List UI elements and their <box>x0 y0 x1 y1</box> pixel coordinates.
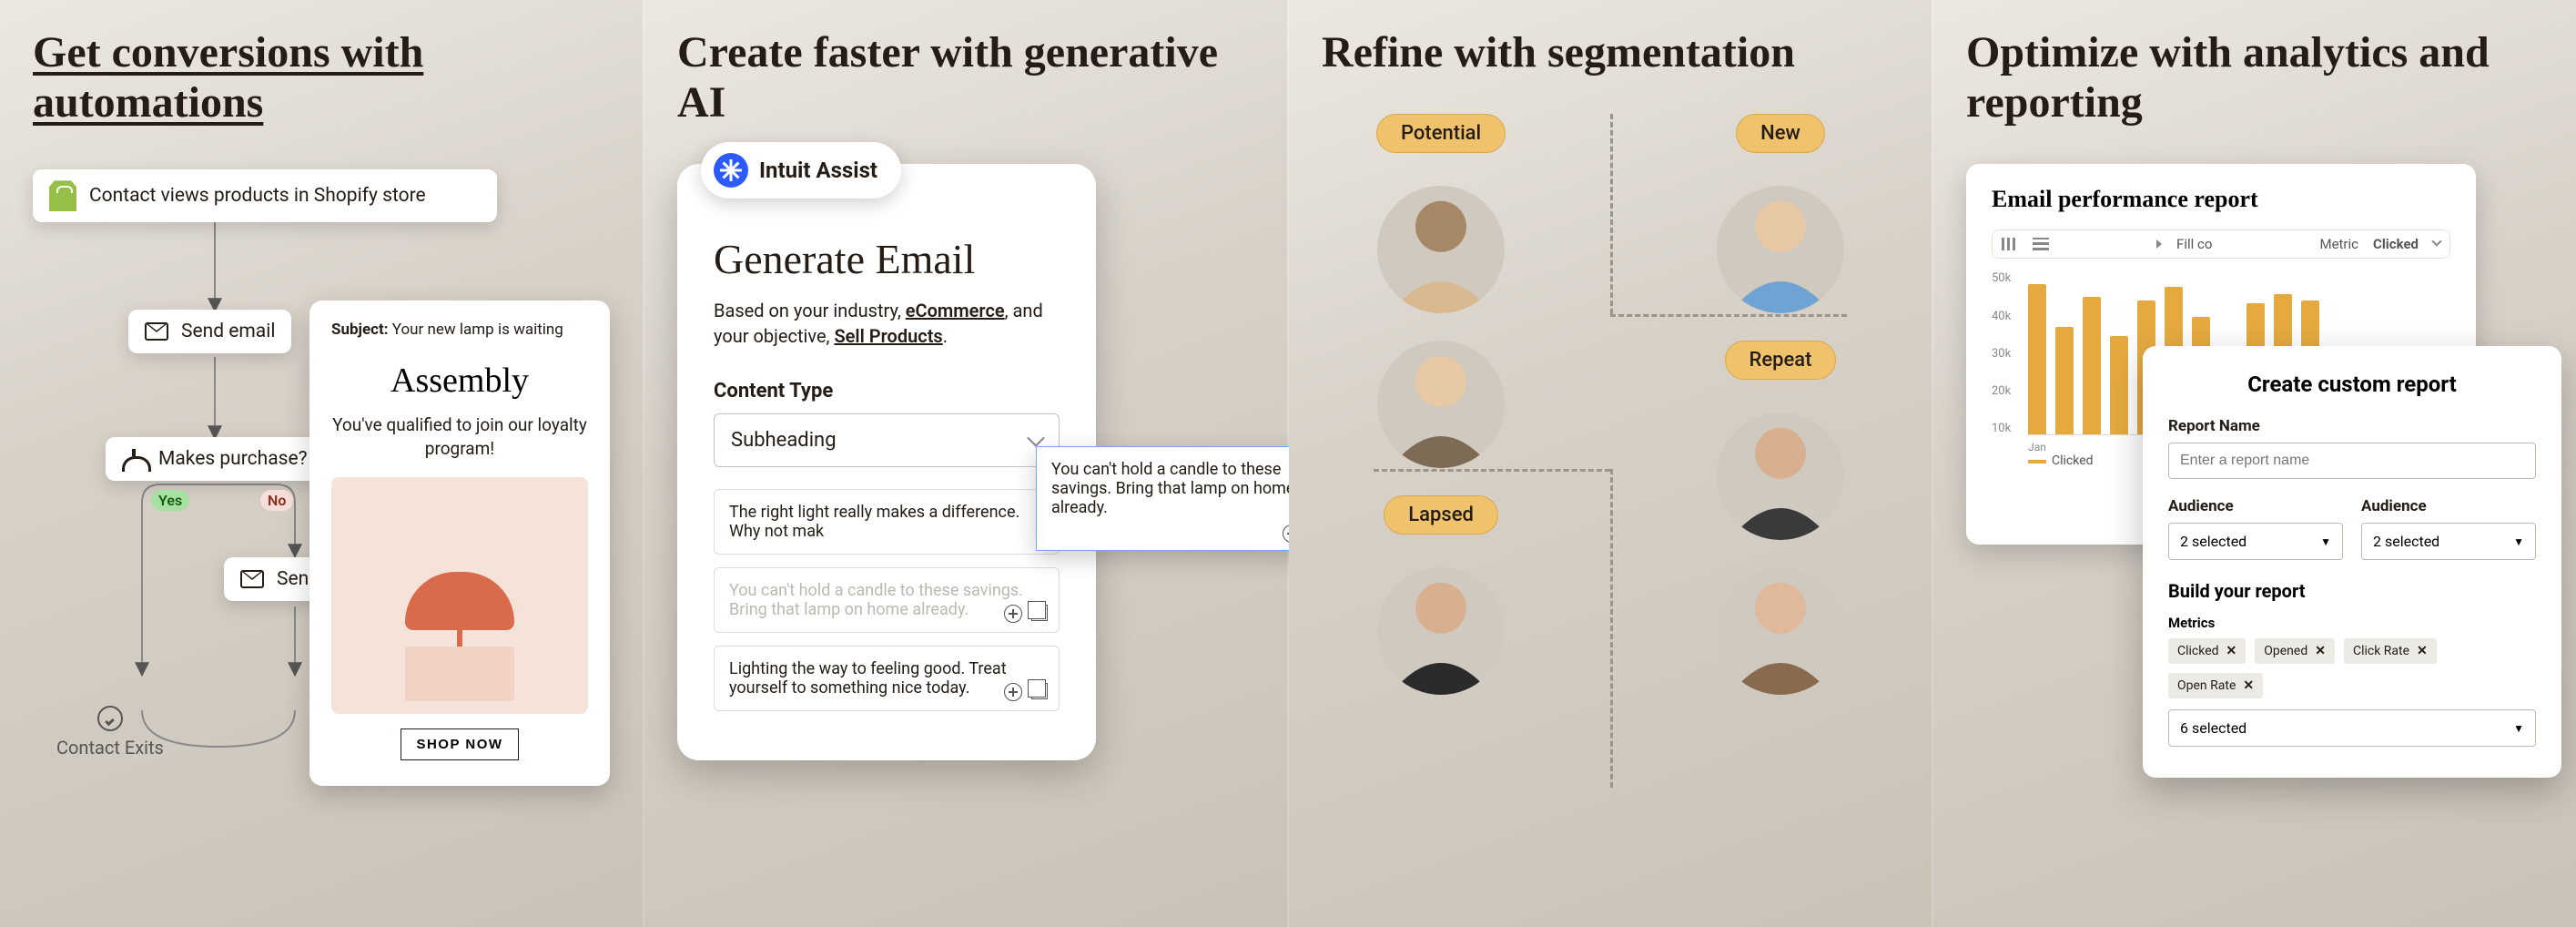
metrics-select[interactable]: 6 selected ▼ <box>2168 709 2536 747</box>
panel-analytics[interactable]: Optimize with analytics and reporting Em… <box>1933 0 2576 927</box>
metric-tag[interactable]: Opened✕ <box>2255 638 2335 664</box>
node-decision-purchase[interactable]: Makes purchase? <box>106 437 324 481</box>
email-subject: Your new lamp is waiting <box>392 321 563 339</box>
insert-icon[interactable] <box>1004 683 1022 701</box>
envelope-icon <box>145 322 168 341</box>
chart-type-stacked-icon[interactable] <box>2033 238 2049 250</box>
form-title: Create custom report <box>2168 372 2536 397</box>
envelope-icon <box>240 570 264 588</box>
insert-icon[interactable] <box>1004 605 1022 623</box>
chevron-down-icon[interactable] <box>2431 237 2441 247</box>
panel-title-automations[interactable]: Get conversions with automations <box>33 27 610 127</box>
avatar <box>1717 413 1844 540</box>
email-brand: Assembly <box>331 361 588 401</box>
ai-suggestion-3[interactable]: Lighting the way to feeling good. Treat … <box>714 646 1060 711</box>
panel-automations[interactable]: Get conversions with automations Contact… <box>0 0 644 927</box>
audience-select-1[interactable]: 2 selected ▼ <box>2168 523 2343 560</box>
content-type-value: Subheading <box>731 429 837 452</box>
assist-chip-label: Intuit Assist <box>759 158 877 183</box>
lamp-icon <box>405 572 514 630</box>
email-subject-label: Subject: <box>331 321 389 339</box>
node-label: Contact views products in Shopify store <box>89 185 426 207</box>
avatar <box>1717 186 1844 313</box>
segment-chip-new[interactable]: New <box>1736 114 1825 153</box>
shop-now-button[interactable]: SHOP NOW <box>401 728 518 760</box>
remove-icon[interactable]: ✕ <box>2226 644 2237 658</box>
email-preview-card: Subject: Your new lamp is waiting Assemb… <box>309 301 610 785</box>
ai-suggestion-2[interactable]: You can't hold a candle to these savings… <box>714 567 1060 633</box>
ai-link-objective[interactable]: Sell Products <box>834 325 942 347</box>
audience-select-2[interactable]: 2 selected ▼ <box>2361 523 2536 560</box>
intuit-assist-chip[interactable]: Intuit Assist <box>701 142 901 199</box>
avatar <box>1377 186 1505 313</box>
metric-tags: Clicked✕ Opened✕ Click Rate✕ Open Rate✕ <box>2168 638 2536 698</box>
report-name-input[interactable] <box>2168 443 2536 479</box>
chart-bar <box>2083 297 2101 434</box>
metric-tag[interactable]: Click Rate✕ <box>2344 638 2437 664</box>
panel-title-segmentation: Refine with segmentation <box>1322 27 1899 77</box>
chart-bar <box>2028 284 2046 435</box>
build-report-heading: Build your report <box>2168 580 2536 602</box>
avatar <box>1377 567 1505 695</box>
ai-generate-card: Intuit Assist Generate Email Based on yo… <box>677 164 1096 760</box>
content-type-select[interactable]: Subheading <box>714 413 1060 467</box>
panel-title-analytics: Optimize with analytics and reporting <box>1966 27 2543 127</box>
remove-icon[interactable]: ✕ <box>2417 644 2428 658</box>
divider-vertical <box>1610 114 1613 314</box>
segmentation-canvas: Potential Lapsed New Repeat <box>1322 114 1899 788</box>
remove-icon[interactable]: ✕ <box>2315 644 2326 658</box>
copy-icon[interactable] <box>1031 683 1048 699</box>
chart-type-bar-icon[interactable] <box>2002 238 2018 250</box>
branch-pill-yes: Yes <box>151 490 189 511</box>
content-type-label: Content Type <box>714 380 1060 402</box>
node-trigger-shopify[interactable]: Contact views products in Shopify store <box>33 169 497 222</box>
segment-chip-lapsed[interactable]: Lapsed <box>1384 495 1498 535</box>
panel-segmentation[interactable]: Refine with segmentation Potential Lapse… <box>1289 0 1933 927</box>
avatar <box>1717 567 1844 695</box>
branch-icon <box>122 449 146 469</box>
create-custom-report-card: Create custom report Report Name Audienc… <box>2143 346 2561 778</box>
report-name-label: Report Name <box>2168 417 2536 435</box>
ai-suggestion-1[interactable]: The right light really makes a differenc… <box>714 489 1060 555</box>
metric-tag[interactable]: Open Rate✕ <box>2168 673 2263 698</box>
metrics-label: Metrics <box>2168 615 2536 631</box>
node-label: Makes purchase? <box>158 448 308 470</box>
audience-label: Audience <box>2361 497 2536 515</box>
automation-canvas: Contact views products in Shopify store … <box>33 164 610 801</box>
node-label: Send email <box>181 321 275 342</box>
toolbar-fill-label[interactable]: Fill co <box>2176 236 2212 252</box>
assist-spark-icon <box>714 153 748 188</box>
shopify-icon <box>49 180 76 211</box>
report-title: Email performance report <box>1992 186 2450 213</box>
segment-chip-potential[interactable]: Potential <box>1376 114 1506 153</box>
check-circle-icon <box>97 706 123 731</box>
copy-icon[interactable] <box>1031 605 1048 621</box>
branch-pill-no: No <box>260 490 293 511</box>
toolbar-metric-value[interactable]: Clicked <box>2373 236 2419 252</box>
fill-icon[interactable] <box>2156 239 2162 249</box>
ai-heading: Generate Email <box>714 235 1060 283</box>
chart-bar <box>2110 336 2128 434</box>
node-send-email[interactable]: Send email <box>128 310 291 353</box>
node-contact-exits: Contact Exits <box>56 706 164 759</box>
panel-title-ai: Create faster with generative AI <box>677 27 1254 127</box>
segment-chip-repeat[interactable]: Repeat <box>1725 341 1837 380</box>
legend-swatch <box>2028 460 2046 464</box>
ai-description: Based on your industry, eCommerce, and y… <box>714 298 1060 349</box>
chevron-down-icon <box>1027 429 1045 447</box>
avatar <box>1377 341 1505 468</box>
audience-label: Audience <box>2168 497 2343 515</box>
chart-y-axis: 50k 40k 30k 20k 10k <box>1992 271 2011 435</box>
divider-vertical <box>1610 469 1613 788</box>
email-subhead: You've qualified to join our loyalty pro… <box>331 413 588 460</box>
ai-link-industry[interactable]: eCommerce <box>906 300 1005 321</box>
chart-bar <box>2055 327 2074 435</box>
metric-tag[interactable]: Clicked✕ <box>2168 638 2246 664</box>
toolbar-metric-label: Metric <box>2319 236 2358 252</box>
email-hero-image <box>331 477 588 714</box>
panel-generative-ai[interactable]: Create faster with generative AI Intuit … <box>644 0 1289 927</box>
chart-toolbar: Fill co Metric Clicked <box>1992 229 2450 259</box>
remove-icon[interactable]: ✕ <box>2243 678 2254 693</box>
